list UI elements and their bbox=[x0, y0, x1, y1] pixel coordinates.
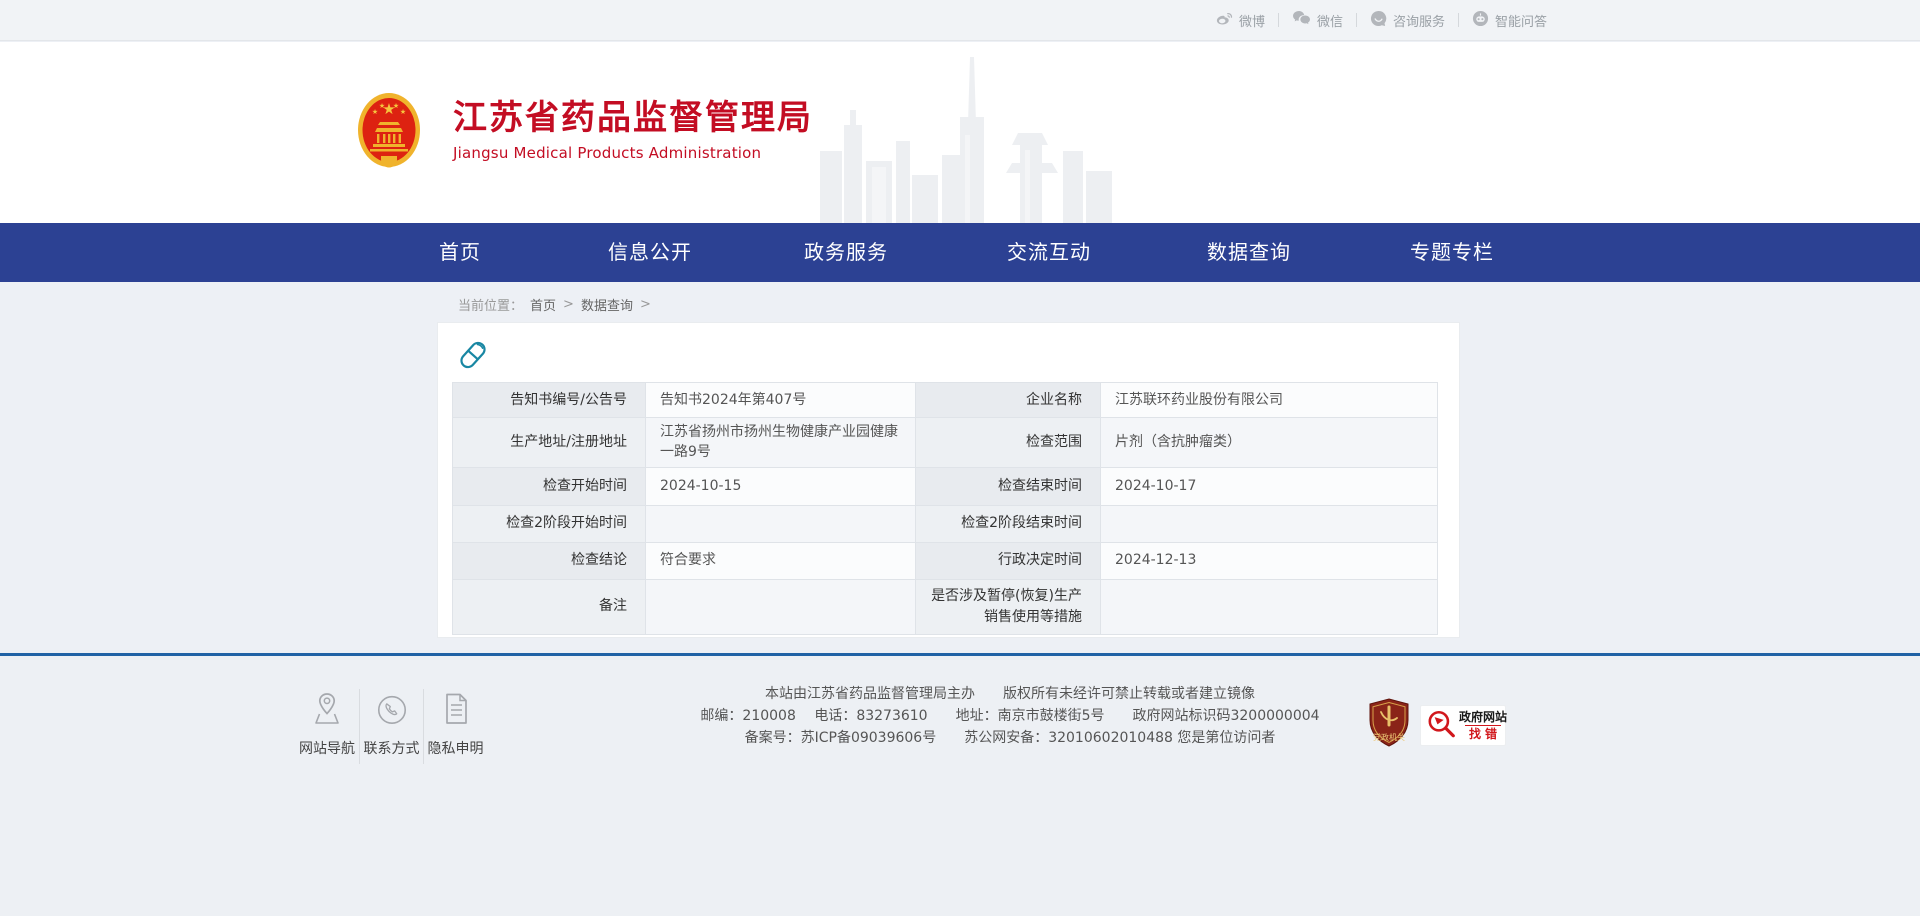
svg-text:★: ★ bbox=[400, 108, 406, 116]
breadcrumb-data-query-link[interactable]: 数据查询 bbox=[581, 295, 633, 314]
map-pin-icon bbox=[310, 691, 344, 727]
page: 微博 微信 咨询服务 智能问答 bbox=[0, 0, 1920, 916]
site-subtitle-english: Jiangsu Medical Products Administration bbox=[453, 144, 813, 162]
nav-item-services[interactable]: 政务服务 bbox=[776, 223, 916, 282]
phase2-start-value bbox=[646, 505, 916, 542]
footer-legal-text: 本站由江苏省药品监督管理局主办 版权所有未经许可禁止转载或者建立镜像 邮编：21… bbox=[650, 683, 1370, 749]
footer-sitemap-link[interactable]: 网站导航 bbox=[295, 689, 359, 764]
breadcrumb-home-link[interactable]: 首页 bbox=[530, 295, 556, 314]
weibo-label: 微博 bbox=[1239, 11, 1265, 30]
website-error-report-badge[interactable]: 政府网站 找错 bbox=[1420, 705, 1506, 746]
site-footer: 网站导航 联系方式 隐私申明 本站由江苏省药品监督管理局主办 版权所有未经许可禁… bbox=[0, 653, 1920, 916]
remarks-label: 备注 bbox=[453, 579, 646, 634]
svg-text:★: ★ bbox=[372, 108, 378, 116]
breadcrumb-separator: > bbox=[640, 297, 651, 312]
main-navigation: 首页 信息公开 政务服务 交流互动 数据查询 专题专栏 bbox=[0, 223, 1920, 282]
suspension-measures-label: 是否涉及暂停(恢复)生产销售使用等措施 bbox=[916, 579, 1101, 634]
nav-item-topics[interactable]: 专题专栏 bbox=[1382, 223, 1522, 282]
inspection-start-value: 2024-10-15 bbox=[646, 467, 916, 505]
footer-line-host: 本站由江苏省药品监督管理局主办 版权所有未经许可禁止转载或者建立镜像 bbox=[650, 683, 1370, 705]
consult-service-label: 咨询服务 bbox=[1393, 11, 1445, 30]
table-row: 检查结论 符合要求 行政决定时间 2024-12-13 bbox=[453, 542, 1438, 579]
detail-panel: 告知书编号/公告号 告知书2024年第407号 企业名称 江苏联环药业股份有限公… bbox=[437, 322, 1460, 638]
inspection-end-label: 检查结束时间 bbox=[916, 467, 1101, 505]
breadcrumb: 当前位置： 首页 > 数据查询 > bbox=[458, 295, 651, 314]
inspection-scope-label: 检查范围 bbox=[916, 418, 1101, 468]
smart-qa-label: 智能问答 bbox=[1495, 11, 1547, 30]
site-header: ★ ★ ★ ★ ★ 江苏省药品监督管理局 bbox=[0, 42, 1920, 223]
consult-service-link[interactable]: 咨询服务 bbox=[1357, 10, 1458, 31]
inspection-start-label: 检查开始时间 bbox=[453, 467, 646, 505]
table-row: 备注 是否涉及暂停(恢复)生产销售使用等措施 bbox=[453, 579, 1438, 634]
inspection-conclusion-value: 符合要求 bbox=[646, 542, 916, 579]
top-utility-bar: 微博 微信 咨询服务 智能问答 bbox=[0, 0, 1920, 41]
weibo-link[interactable]: 微博 bbox=[1202, 10, 1278, 30]
breadcrumb-prefix: 当前位置： bbox=[458, 295, 523, 314]
breadcrumb-separator: > bbox=[563, 297, 574, 312]
phase2-start-label: 检查2阶段开始时间 bbox=[453, 505, 646, 542]
wechat-link[interactable]: 微信 bbox=[1279, 10, 1356, 30]
phase2-end-value bbox=[1101, 505, 1438, 542]
robot-icon bbox=[1472, 10, 1489, 31]
production-address-value: 江苏省扬州市扬州生物健康产业园健康一路9号 bbox=[646, 418, 916, 468]
notice-number-value: 告知书2024年第407号 bbox=[646, 383, 916, 418]
inspection-end-value: 2024-10-17 bbox=[1101, 467, 1438, 505]
notice-number-label: 告知书编号/公告号 bbox=[453, 383, 646, 418]
suspension-measures-value bbox=[1101, 579, 1438, 634]
svg-text:★: ★ bbox=[379, 102, 385, 110]
smart-qa-link[interactable]: 智能问答 bbox=[1459, 10, 1560, 31]
inspection-detail-table: 告知书编号/公告号 告知书2024年第407号 企业名称 江苏联环药业股份有限公… bbox=[452, 382, 1438, 635]
document-icon bbox=[439, 691, 473, 727]
error-badge-title: 政府网站 bbox=[1459, 710, 1507, 725]
header-logo-link[interactable]: ★ ★ ★ ★ ★ 江苏省药品监督管理局 bbox=[357, 92, 813, 168]
table-row: 生产地址/注册地址 江苏省扬州市扬州生物健康产业园健康一路9号 检查范围 片剂（… bbox=[453, 418, 1438, 468]
weibo-icon bbox=[1215, 10, 1233, 30]
party-government-badge[interactable]: 党政机关 bbox=[1366, 698, 1412, 748]
table-row: 检查开始时间 2024-10-15 检查结束时间 2024-10-17 bbox=[453, 467, 1438, 505]
inspection-scope-value: 片剂（含抗肿瘤类） bbox=[1101, 418, 1438, 468]
nav-item-data-query[interactable]: 数据查询 bbox=[1179, 223, 1319, 282]
nav-item-home[interactable]: 首页 bbox=[390, 223, 530, 282]
site-title: 江苏省药品监督管理局 bbox=[453, 100, 813, 137]
table-row: 检查2阶段开始时间 检查2阶段结束时间 bbox=[453, 505, 1438, 542]
svg-text:★: ★ bbox=[393, 102, 399, 110]
footer-line-icp: 备案号：苏ICP备09039606号 苏公网安备：32010602010488 … bbox=[650, 727, 1370, 749]
nav-item-interaction[interactable]: 交流互动 bbox=[979, 223, 1119, 282]
footer-privacy-label: 隐私申明 bbox=[424, 738, 487, 758]
phase2-end-label: 检查2阶段结束时间 bbox=[916, 505, 1101, 542]
national-emblem-logo: ★ ★ ★ ★ ★ bbox=[357, 92, 421, 168]
footer-quick-links: 网站导航 联系方式 隐私申明 bbox=[295, 689, 487, 764]
footer-contact-link[interactable]: 联系方式 bbox=[359, 689, 423, 764]
admin-decision-date-value: 2024-12-13 bbox=[1101, 542, 1438, 579]
table-row: 告知书编号/公告号 告知书2024年第407号 企业名称 江苏联环药业股份有限公… bbox=[453, 383, 1438, 418]
wechat-label: 微信 bbox=[1317, 11, 1343, 30]
remarks-value bbox=[646, 579, 916, 634]
footer-privacy-link[interactable]: 隐私申明 bbox=[423, 689, 487, 764]
phone-icon bbox=[375, 691, 409, 727]
admin-decision-date-label: 行政决定时间 bbox=[916, 542, 1101, 579]
footer-line-address: 邮编：210008 电话：83273610 地址：南京市鼓楼街5号 政府网站标识… bbox=[650, 705, 1370, 727]
footer-sitemap-label: 网站导航 bbox=[295, 738, 359, 758]
pill-capsule-icon bbox=[455, 337, 491, 373]
party-government-badge-text: 党政机关 bbox=[1373, 732, 1405, 742]
error-badge-subtitle: 找错 bbox=[1465, 725, 1501, 742]
company-name-value: 江苏联环药业股份有限公司 bbox=[1101, 383, 1438, 418]
city-skyline-decoration bbox=[820, 55, 1120, 223]
footer-contact-label: 联系方式 bbox=[360, 738, 423, 758]
inspection-conclusion-label: 检查结论 bbox=[453, 542, 646, 579]
production-address-label: 生产地址/注册地址 bbox=[453, 418, 646, 468]
company-name-label: 企业名称 bbox=[916, 383, 1101, 418]
wechat-icon bbox=[1292, 10, 1311, 30]
nav-item-info[interactable]: 信息公开 bbox=[580, 223, 720, 282]
magnifier-icon bbox=[1425, 708, 1457, 744]
chat-bubble-icon bbox=[1370, 10, 1387, 31]
